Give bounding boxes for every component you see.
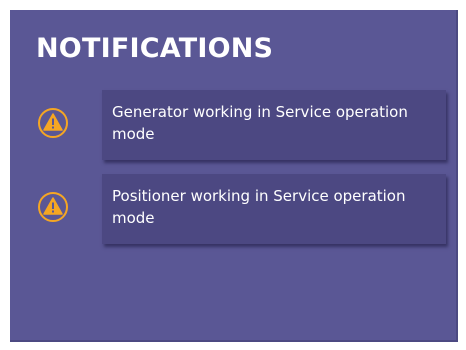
panel-title: NOTIFICATIONS (36, 33, 274, 64)
notification-item[interactable]: Generator working in Service operation m… (10, 90, 458, 160)
notification-item[interactable]: Positioner working in Service operation … (10, 174, 458, 244)
notification-message[interactable]: Generator working in Service operation m… (102, 90, 446, 160)
warning-icon (37, 107, 69, 139)
warning-icon (37, 191, 69, 223)
notification-message[interactable]: Positioner working in Service operation … (102, 174, 446, 244)
notifications-panel: NOTIFICATIONS Generator working in Servi… (10, 10, 458, 342)
